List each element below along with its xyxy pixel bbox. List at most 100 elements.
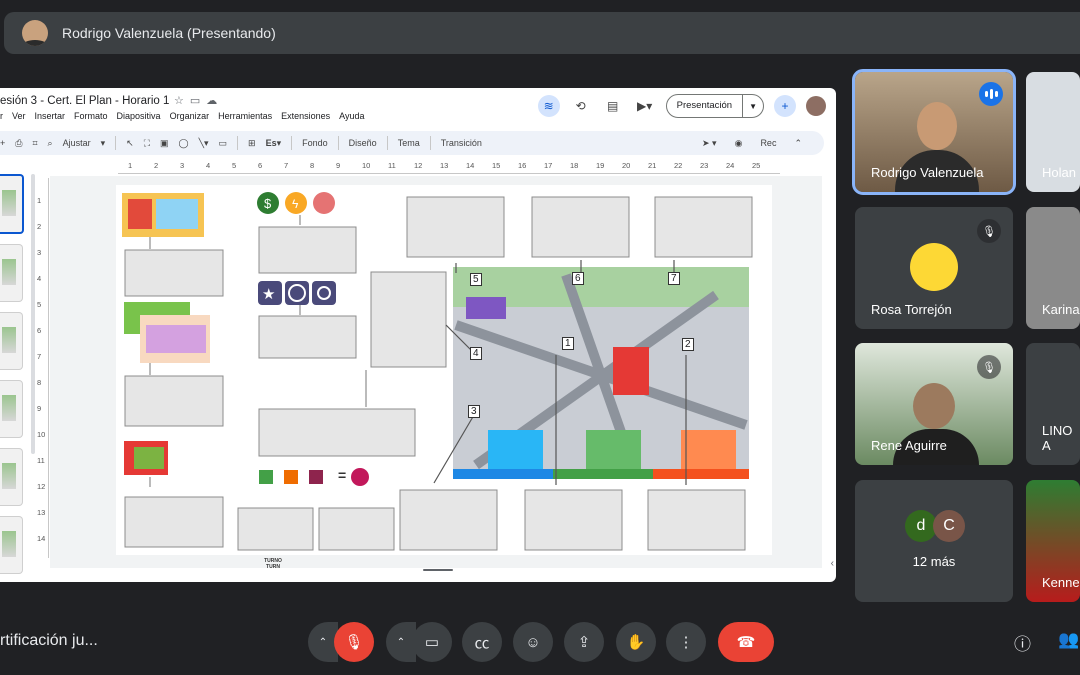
captions-button[interactable]: ㏄ [462,622,502,662]
raise-hand-button[interactable]: ✋ [616,622,656,662]
textbox-icon[interactable]: ▭ [219,138,228,149]
ruler-tick-label: 20 [622,161,631,170]
layout-button[interactable]: Diseño [349,138,377,148]
doc-title: esión 3 - Cert. El Plan - Horario 1 [0,95,170,107]
menu-item[interactable]: r [0,111,3,121]
folder-icon[interactable]: ▭ [190,95,206,107]
participant-name: Kenne [1042,575,1080,590]
ruler-tick-label: 8 [37,378,42,387]
camera-button[interactable]: ▭ [412,622,452,662]
equals-sign: = [338,467,347,483]
frame-icon[interactable]: ⛶ [144,138,150,149]
ruler-tick-label: 24 [726,161,735,170]
record-button[interactable]: Rec [760,138,776,148]
zoom-select[interactable]: Ajustar [63,138,91,148]
more-participants-tile[interactable]: d C 12 más [855,480,1013,602]
menu-organizar[interactable]: Organizar [170,111,210,121]
participant-tile-rosa[interactable]: 🎙 Rosa Torrejón [855,207,1013,329]
chevron-left-icon[interactable]: ‹ [831,558,834,569]
add-icon[interactable]: + [0,138,5,148]
slide-canvas[interactable]: $ ϟ ★ TURNO TURN = 5 6 7 4 1 2 3 [116,185,772,570]
comment-icon[interactable]: ▤ [602,95,624,117]
ruler-tick-label: 4 [37,274,42,283]
menu-insertar[interactable]: Insertar [35,111,66,121]
meet-icon[interactable]: ≋ [537,95,560,117]
slide-thumbnail[interactable] [0,516,23,574]
slide-thumbnail[interactable] [0,448,23,506]
ruler-tick-label: 5 [232,161,237,170]
emoji-button[interactable]: ☺ [513,622,553,662]
people-icon[interactable]: 👥 [1058,630,1079,650]
paint-format-icon[interactable]: ⌗ [32,138,37,149]
ruler-tick-label: 25 [752,161,761,170]
participant-tile-kenne[interactable]: Kenne [1026,480,1080,602]
slide-thumbnail[interactable] [0,244,23,302]
ruler-tick-label: 12 [37,482,46,491]
star-icon[interactable]: ☆ [174,95,190,107]
ruler-tick-label: 10 [362,161,371,170]
zoom-chevron-icon[interactable]: ▾ [101,138,106,149]
speaker-notes-handle[interactable] [423,569,453,571]
avatar[interactable] [806,96,826,116]
present-label: Presentación [667,95,744,117]
map-marker-6: 6 [572,272,584,285]
menu-ayuda[interactable]: Ayuda [339,111,364,121]
ruler-tick-label: 16 [518,161,527,170]
mic-off-button[interactable]: 🎙 [334,622,374,662]
participant-tile-lino[interactable]: LINO A [1026,343,1080,465]
image-icon[interactable]: ▣ [160,138,169,149]
slide-thumbnail[interactable] [0,174,24,234]
video-call-icon[interactable]: ▶▾ [634,95,656,117]
map-marker-5: 5 [470,273,482,286]
background-button[interactable]: Fondo [302,138,328,148]
slide-thumbnail[interactable] [0,312,23,370]
ruler-tick-label: 21 [648,161,657,170]
shape-icon[interactable]: ◯ [179,138,189,149]
slide-thumbnail[interactable] [0,380,23,438]
print-icon[interactable]: ⎙ [15,138,22,149]
ruler-tick-label: 6 [258,161,263,170]
ruler-tick-label: 18 [570,161,579,170]
svg-text:$: $ [264,196,272,211]
history-icon[interactable]: ⟲ [570,95,592,117]
svg-text:★: ★ [262,285,275,303]
participant-name: Rosa Torrejón [871,302,952,317]
theme-button[interactable]: Tema [398,138,420,148]
gear-token-icon [312,281,336,305]
select-icon[interactable]: ↖ [126,138,134,149]
chevron-up-icon[interactable]: ⌃ [794,138,802,149]
ruler-tick-label: 11 [388,161,396,170]
participant-tile-karina[interactable]: Karina [1026,207,1080,329]
filmstrip-scrollbar[interactable] [31,174,35,454]
input-tools-icon[interactable]: Es▾ [266,138,282,149]
present-button[interactable]: Presentación ▼ [665,94,764,118]
info-icon[interactable]: ⓘ [1014,630,1031,655]
zoom-icon[interactable]: ⌕ [48,138,53,149]
ruler-tick-label: 5 [37,300,42,309]
line-icon[interactable]: ╲▾ [199,138,209,149]
participant-tile-rene[interactable]: 🎙 Rene Aguirre [855,343,1013,465]
purple-cube-icon [309,470,323,484]
menu-formato[interactable]: Formato [74,111,108,121]
participant-tile-holan[interactable]: Holan [1026,72,1080,192]
record-icon[interactable]: ◉ [735,138,743,149]
comment-add-icon[interactable]: ⊞ [248,138,256,149]
menu-extensiones[interactable]: Extensiones [281,111,330,121]
share-icon[interactable]: + [774,95,796,117]
leave-call-button[interactable]: ☎ [718,622,774,662]
transition-button[interactable]: Transición [441,138,482,148]
present-screen-button[interactable]: ⇪ [564,622,604,662]
menu-herramientas[interactable]: Herramientas [218,111,272,121]
pointer-icon[interactable]: ➤ ▾ [702,138,717,149]
ruler-tick-label: 22 [674,161,683,170]
speaking-indicator-icon [979,82,1003,106]
shared-screen[interactable]: esión 3 - Cert. El Plan - Horario 1 ☆▭☁ … [0,88,836,582]
menu-diapositiva[interactable]: Diapositiva [117,111,161,121]
chevron-down-icon[interactable]: ▼ [743,102,763,111]
map-marker-4: 4 [470,347,482,360]
more-options-button[interactable]: ⋮ [666,622,706,662]
menu-ver[interactable]: Ver [12,111,26,121]
card-image-2 [124,302,210,363]
participant-tile-rodrigo[interactable]: Rodrigo Valenzuela [852,69,1016,195]
ruler-tick-label: 23 [700,161,709,170]
